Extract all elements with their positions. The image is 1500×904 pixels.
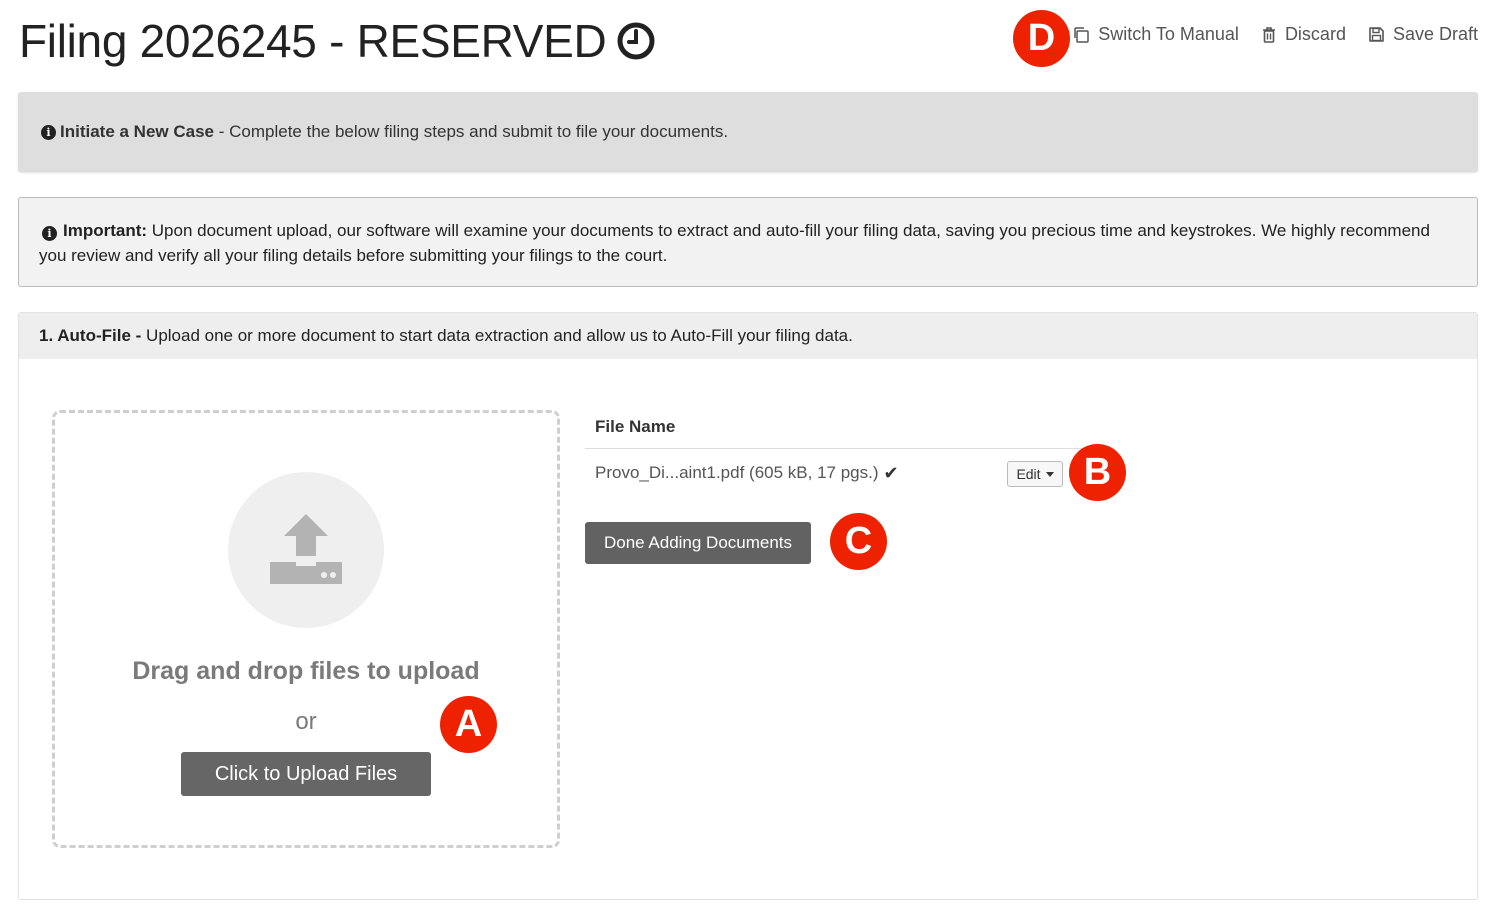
discard-button[interactable]: Discard (1261, 24, 1346, 45)
important-label: Important: (63, 221, 148, 240)
upload-files-button[interactable]: Click to Upload Files (181, 752, 431, 796)
file-name: Provo_Di...aint1.pdf (605 kB, 17 pgs.) (595, 463, 879, 482)
important-notice: i Important: Upon document upload, our so… (18, 197, 1478, 287)
auto-file-description: Upload one or more document to start dat… (141, 326, 853, 345)
table-row: Provo_Di...aint1.pdf (605 kB, 17 pgs.) ✔… (585, 444, 1126, 501)
important-text: Upon document upload, our software will … (39, 221, 1430, 265)
floppy-disk-icon (1369, 27, 1384, 42)
auto-file-panel: 1. Auto-File - Upload one or more docume… (18, 312, 1478, 900)
file-table: File Name Provo_Di...aint1.pdf (605 kB, … (585, 405, 1126, 501)
clock-icon (617, 22, 655, 60)
save-draft-label: Save Draft (1392, 24, 1478, 44)
annotation-marker-b: B (1069, 444, 1126, 501)
auto-file-header: 1. Auto-File - Upload one or more docume… (19, 313, 1477, 359)
file-name-column-header: File Name (585, 405, 1097, 449)
save-draft-button[interactable]: Save Draft (1368, 24, 1478, 45)
copy-icon (1074, 26, 1089, 43)
caret-down-icon (1045, 471, 1054, 477)
annotation-marker-d: D (1013, 10, 1070, 67)
page-title: Filing 2026245 - RESERVED (19, 14, 656, 68)
checkmark-icon: ✔ (883, 462, 899, 483)
info-icon: i (42, 226, 57, 241)
done-adding-documents-button[interactable]: Done Adding Documents (585, 522, 811, 564)
auto-file-step-label: 1. Auto-File - (39, 326, 142, 345)
info-icon: i (41, 124, 56, 140)
discard-label: Discard (1284, 24, 1346, 44)
switch-to-manual-button[interactable]: Switch To Manual (1072, 24, 1239, 45)
edit-dropdown-button[interactable]: Edit (1007, 461, 1063, 487)
page-title-text: Filing 2026245 - RESERVED (19, 15, 607, 67)
new-case-info-bar: i Initiate a New Case - Complete the bel… (18, 92, 1478, 172)
info-bar-title: Initiate a New Case (60, 122, 215, 141)
info-bar-text: - Complete the below filing steps and su… (214, 122, 729, 141)
file-dropzone[interactable]: Drag and drop files to upload or Click t… (52, 410, 560, 848)
trash-icon (1262, 26, 1275, 43)
annotation-marker-c: C (830, 513, 887, 570)
upload-icon (270, 514, 342, 584)
header-actions: Switch To Manual Discard Save Draft (1050, 24, 1478, 45)
upload-icon-circle (228, 472, 384, 628)
switch-to-manual-label: Switch To Manual (1098, 24, 1239, 44)
annotation-marker-a: A (440, 696, 497, 753)
edit-label: Edit (1016, 466, 1041, 482)
dropzone-text: Drag and drop files to upload (132, 657, 480, 685)
